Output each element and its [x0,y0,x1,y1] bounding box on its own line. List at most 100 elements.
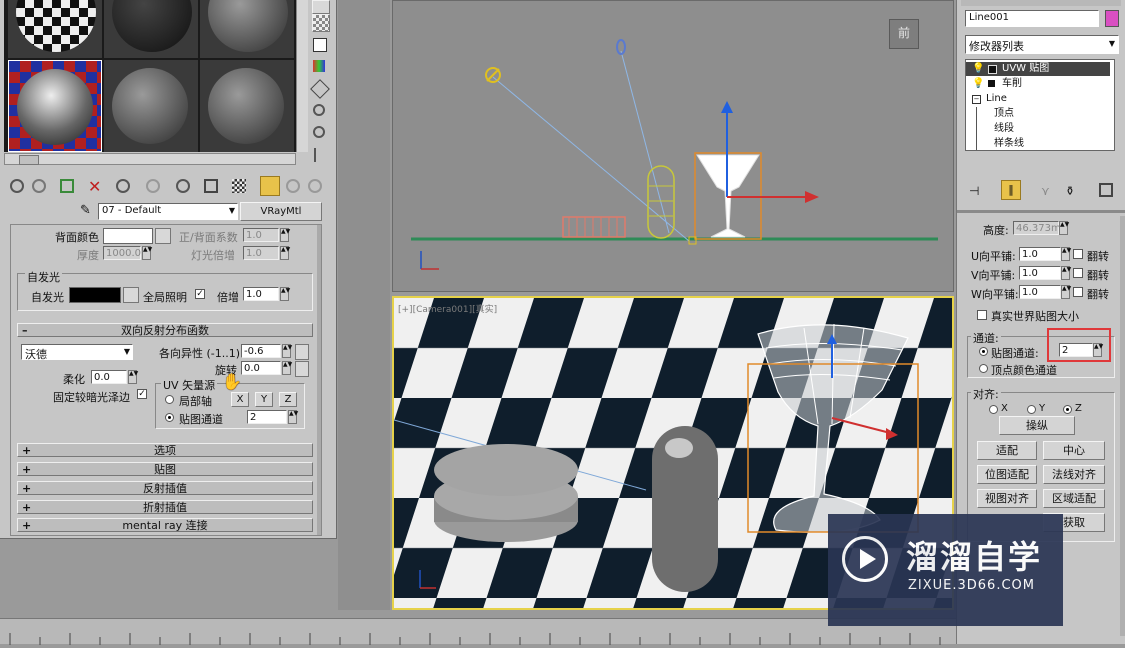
timeline-ruler[interactable] [0,618,956,645]
video-color-icon[interactable] [313,60,325,72]
modifier-list-dropdown[interactable]: 修改器列表 ▼ [965,35,1119,54]
stack-item-spline[interactable]: 样条线 [966,137,1110,150]
height-field[interactable]: 46.373m [1013,221,1061,235]
make-unique-icon[interactable]: ⋎ [1041,184,1050,198]
thickness-field[interactable]: 1000.0 [103,246,141,260]
gi-checkbox[interactable]: ✓ [195,289,205,299]
rollout-maps[interactable]: + 贴图 [17,462,313,476]
light-multiplier-field[interactable]: 1.0 [243,246,279,260]
viewcube[interactable]: 前 [889,19,919,49]
pin-stack-icon[interactable]: ⊣ [969,184,979,198]
anisotropy-spinner[interactable]: ▲▼ [282,344,292,358]
options-icon[interactable] [313,104,325,116]
background-checker-icon[interactable] [312,14,330,32]
front-viewport[interactable]: 前 [392,0,954,292]
map-channel-field[interactable]: 2 [1059,343,1093,357]
u-tile-field[interactable]: 1.0 [1019,247,1061,261]
rollout-mental-ray[interactable]: + mental ray 连接 [17,518,313,532]
region-fit-button[interactable]: 区域适配 [1043,489,1105,508]
align-y-radio[interactable] [1027,405,1036,414]
command-scrollbar[interactable] [1120,216,1125,636]
rollout-refract-interp[interactable]: + 折射插值 [17,500,313,514]
view-align-button[interactable]: 视图对齐 [977,489,1037,508]
axis-x-button[interactable]: X [231,392,249,407]
center-button[interactable]: 中心 [1043,441,1105,460]
v-tile-spinner[interactable]: ▲▼ [1061,266,1071,280]
parameter-scrollbar[interactable] [317,225,321,535]
back-color-map-button[interactable] [155,228,171,244]
show-map-icon[interactable] [204,179,218,193]
make-unique-icon[interactable] [116,179,130,193]
material-navigator-icon[interactable] [314,148,326,162]
viewport-label[interactable]: [+][Camera001][真实] [398,302,497,315]
make-preview-icon[interactable] [310,79,330,99]
axis-y-button[interactable]: Y [255,392,273,407]
align-z-radio[interactable] [1063,405,1072,414]
map-channel-field[interactable]: 2 [247,410,287,424]
fix-dark-edges-checkbox[interactable]: ✓ [137,389,147,399]
map-channel-spinner[interactable]: ▲▼ [1093,343,1103,357]
assign-to-selection-icon[interactable] [60,179,74,193]
local-axis-radio[interactable] [165,395,174,404]
soften-field[interactable]: 0.0 [91,370,127,384]
u-flip-checkbox[interactable] [1073,249,1083,259]
w-flip-checkbox[interactable] [1073,287,1083,297]
stack-item-line[interactable]: − Line [966,92,1110,106]
u-tile-spinner[interactable]: ▲▼ [1061,247,1071,261]
stack-item-uvw-map[interactable]: 💡 UVW 贴图 [966,62,1110,76]
go-forward-icon[interactable] [286,179,300,193]
rollout-reflect-interp[interactable]: + 反射插值 [17,481,313,495]
backlight-icon[interactable] [312,0,330,14]
sample-slot-6[interactable] [200,60,294,152]
real-world-checkbox[interactable] [977,310,987,320]
remove-modifier-icon[interactable]: ⚱ [1065,184,1075,198]
show-end-result-icon[interactable]: ‖ [1001,180,1021,200]
rotation-field[interactable]: 0.0 [241,361,281,375]
rotation-spinner[interactable]: ▲▼ [282,361,292,375]
sample-uv-icon[interactable] [313,38,327,52]
reset-map-icon[interactable]: ✕ [88,177,101,196]
self-illum-color-swatch[interactable] [69,287,121,303]
brdf-rollout-header[interactable]: – 双向反射分布函数 [17,323,313,337]
rollout-options[interactable]: + 选项 [17,443,313,457]
pick-material-icon[interactable] [308,179,322,193]
stack-item-vertex[interactable]: 顶点 [966,107,1110,150]
eyedropper-icon[interactable]: ✎ [80,204,92,218]
v-tile-field[interactable]: 1.0 [1019,266,1061,280]
sample-slot-active[interactable] [8,60,102,152]
map-channel-spinner[interactable]: ▲▼ [288,410,298,424]
light-multiplier-spinner[interactable]: ▲▼ [280,246,290,260]
rotation-map-button[interactable] [295,361,309,377]
sample-slot-3[interactable] [200,0,294,58]
get-material-icon[interactable] [10,179,24,193]
put-to-scene-icon[interactable] [32,179,46,193]
material-type-button[interactable]: VRayMtl [240,202,322,221]
material-name-dropdown[interactable]: 07 - Default ▼ [98,203,238,220]
material-id-icon[interactable] [176,179,190,193]
sample-slot-checker[interactable] [8,0,102,58]
thickness-spinner[interactable]: ▲▼ [142,246,152,260]
stack-item-segment[interactable]: 线段 [966,122,1110,136]
sample-slot-5[interactable] [104,60,198,152]
front-back-coeff-spinner[interactable]: ▲▼ [280,228,290,242]
sample-scrollbar-v[interactable] [296,0,308,152]
manipulate-button[interactable]: 操纵 [999,416,1075,435]
object-name-field[interactable]: Line001 [965,10,1099,27]
map-channel-radio[interactable] [979,347,988,356]
self-illum-map-button[interactable] [123,287,139,303]
multiplier-field[interactable]: 1.0 [243,287,279,301]
sample-scrollbar-h[interactable] [4,153,296,165]
front-back-coeff-field[interactable]: 1.0 [243,228,279,242]
select-by-material-icon[interactable] [313,126,325,138]
brdf-type-dropdown[interactable]: 沃德 ▼ [21,344,133,361]
anisotropy-map-button[interactable] [295,344,309,360]
show-end-result-icon[interactable] [232,179,246,193]
height-spinner[interactable]: ▲▼ [1059,221,1069,235]
put-to-library-icon[interactable] [146,179,160,193]
axis-z-button[interactable]: Z [279,392,297,407]
map-channel-radio[interactable] [165,413,174,422]
go-to-parent-icon[interactable] [260,176,280,196]
w-tile-spinner[interactable]: ▲▼ [1061,285,1071,299]
sample-slot-2[interactable] [104,0,198,58]
configure-sets-icon[interactable] [1099,183,1113,197]
